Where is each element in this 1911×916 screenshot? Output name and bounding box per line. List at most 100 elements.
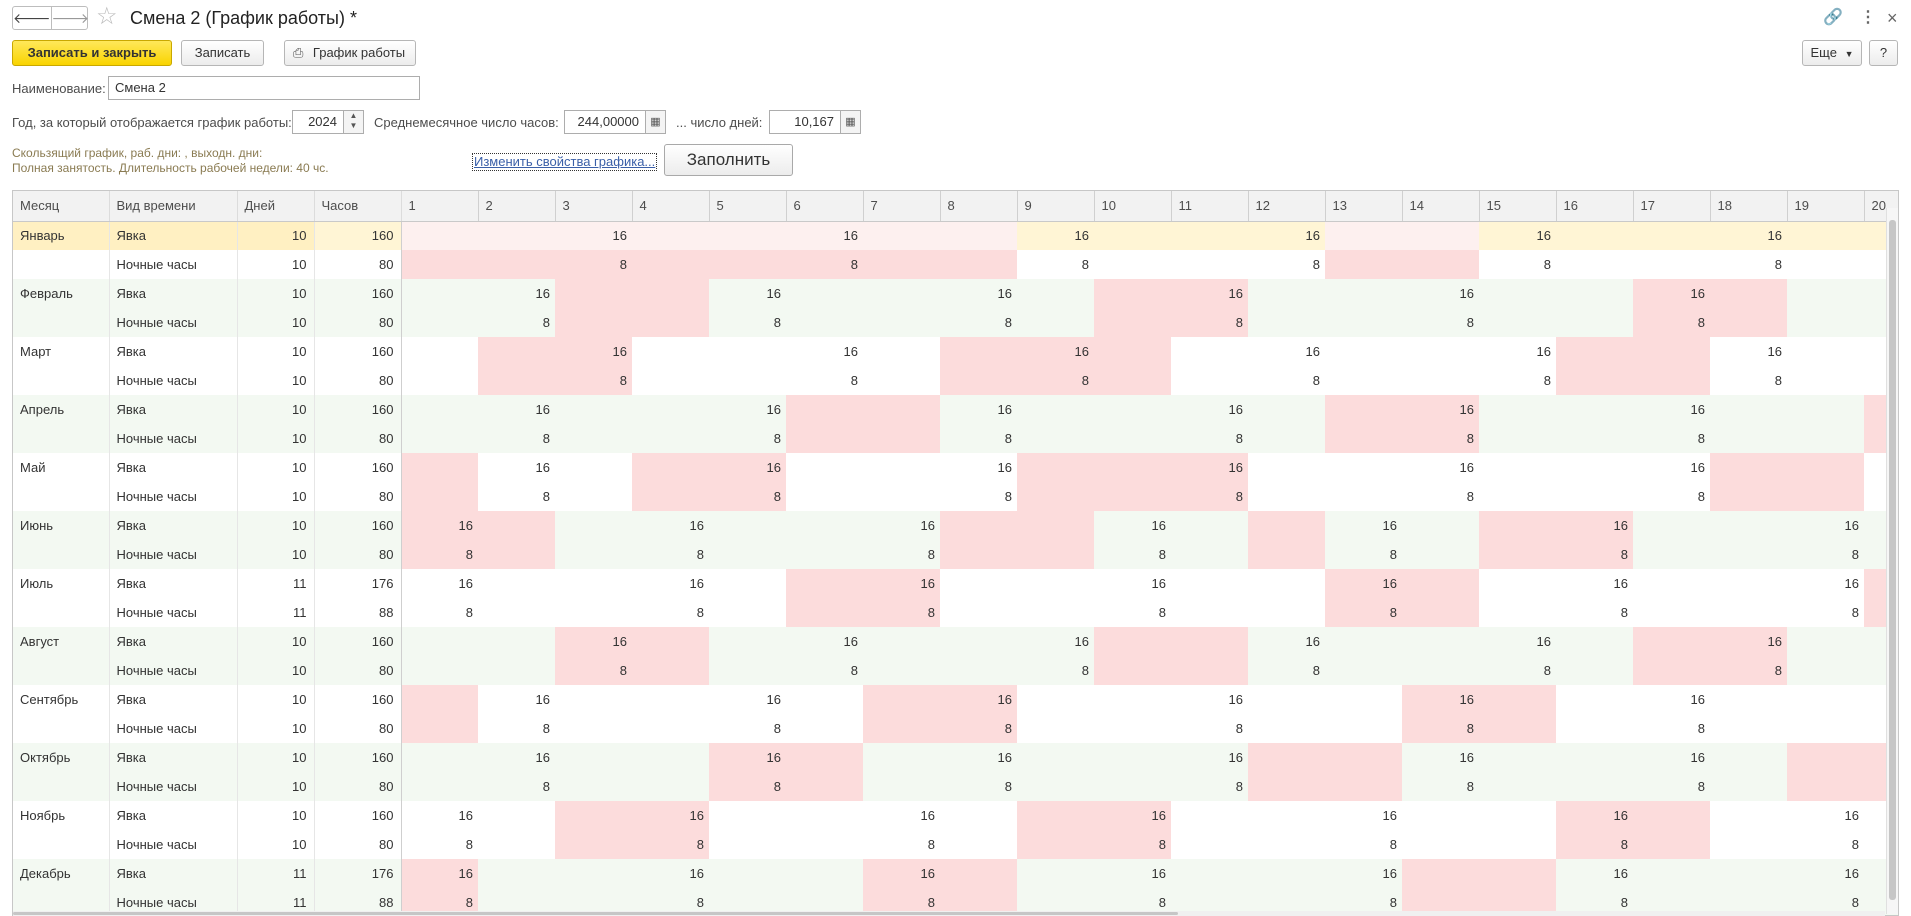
day-cell[interactable]: 8 bbox=[940, 714, 1017, 743]
table-row[interactable]: Сентябрь Явка 10 160 16 16 16 16 16 16 bbox=[13, 685, 1898, 714]
day-cell[interactable] bbox=[940, 656, 1017, 685]
day-cell[interactable] bbox=[1710, 772, 1787, 801]
day-cell[interactable] bbox=[1710, 859, 1787, 888]
day-cell[interactable] bbox=[1479, 830, 1556, 859]
hours-cell[interactable]: 160 bbox=[314, 279, 402, 308]
day-cell[interactable] bbox=[478, 337, 555, 366]
day-cell[interactable] bbox=[401, 395, 478, 424]
day-cell[interactable] bbox=[1248, 540, 1325, 569]
day-cell[interactable] bbox=[1556, 337, 1633, 366]
day-cell[interactable]: 8 bbox=[1479, 656, 1556, 685]
day-cell[interactable] bbox=[1248, 424, 1325, 453]
day-cell[interactable] bbox=[1479, 743, 1556, 772]
day-cell[interactable]: 8 bbox=[1017, 250, 1094, 279]
day-cell[interactable] bbox=[1325, 221, 1402, 250]
day-cell[interactable]: 16 bbox=[1633, 279, 1710, 308]
table-row[interactable]: Май Явка 10 160 16 16 16 16 16 16 bbox=[13, 453, 1898, 482]
day-cell[interactable] bbox=[478, 656, 555, 685]
day-cell[interactable] bbox=[786, 714, 863, 743]
day-cell[interactable]: 16 bbox=[1248, 627, 1325, 656]
day-cell[interactable] bbox=[1094, 424, 1171, 453]
day-cell[interactable]: 8 bbox=[1633, 308, 1710, 337]
scrollbar-thumb[interactable] bbox=[13, 912, 1178, 915]
day-cell[interactable] bbox=[1633, 859, 1710, 888]
day-cell[interactable] bbox=[555, 395, 632, 424]
day-cell[interactable] bbox=[401, 685, 478, 714]
table-row[interactable]: Апрель Явка 10 160 16 16 16 16 16 16 bbox=[13, 395, 1898, 424]
day-cell[interactable] bbox=[1787, 453, 1864, 482]
day-cell[interactable]: 16 bbox=[478, 279, 555, 308]
day-cell[interactable] bbox=[401, 743, 478, 772]
day-cell[interactable] bbox=[1556, 627, 1633, 656]
day-cell[interactable] bbox=[940, 250, 1017, 279]
month-cell[interactable] bbox=[13, 714, 110, 743]
day-cell[interactable] bbox=[1479, 801, 1556, 830]
day-cell[interactable]: 16 bbox=[709, 743, 786, 772]
time-type-cell[interactable]: Ночные часы bbox=[109, 714, 238, 743]
day-cell[interactable] bbox=[1633, 656, 1710, 685]
day-cell[interactable] bbox=[1479, 859, 1556, 888]
day-cell[interactable] bbox=[1479, 569, 1556, 598]
day-cell[interactable]: 16 bbox=[1710, 627, 1787, 656]
day-cell[interactable] bbox=[478, 221, 555, 250]
day-cell[interactable] bbox=[1710, 714, 1787, 743]
day-cell[interactable] bbox=[1017, 569, 1094, 598]
days-cell[interactable]: 10 bbox=[237, 453, 315, 482]
day-cell[interactable] bbox=[555, 598, 632, 627]
day-cell[interactable]: 16 bbox=[478, 743, 555, 772]
day-cell[interactable]: 16 bbox=[632, 859, 709, 888]
day-cell[interactable] bbox=[1710, 598, 1787, 627]
days-cell[interactable]: 10 bbox=[237, 511, 315, 540]
day-cell[interactable]: 8 bbox=[709, 308, 786, 337]
table-row[interactable]: Март Явка 10 160 16 16 16 16 16 16 bbox=[13, 337, 1898, 366]
day-cell[interactable] bbox=[1171, 337, 1248, 366]
day-cell[interactable] bbox=[940, 627, 1017, 656]
day-cell[interactable] bbox=[1248, 395, 1325, 424]
month-cell[interactable]: Июль bbox=[13, 569, 110, 598]
day-cell[interactable] bbox=[1325, 308, 1402, 337]
day-cell[interactable] bbox=[1710, 279, 1787, 308]
day-cell[interactable] bbox=[401, 714, 478, 743]
day-cell[interactable]: 8 bbox=[1325, 830, 1402, 859]
day-cell[interactable] bbox=[632, 627, 709, 656]
day-cell[interactable]: 8 bbox=[1710, 366, 1787, 395]
day-cell[interactable]: 16 bbox=[1402, 685, 1479, 714]
day-cell[interactable]: 8 bbox=[940, 482, 1017, 511]
day-cell[interactable] bbox=[709, 859, 786, 888]
day-cell[interactable] bbox=[1325, 250, 1402, 279]
day-cell[interactable] bbox=[1787, 627, 1864, 656]
month-cell[interactable] bbox=[13, 830, 110, 859]
day-cell[interactable] bbox=[1325, 482, 1402, 511]
day-cell[interactable]: 8 bbox=[401, 830, 478, 859]
table-row[interactable]: Ночные часы 10 80 8 8 8 8 8 8 bbox=[13, 250, 1898, 279]
day-cell[interactable] bbox=[1094, 656, 1171, 685]
day-cell[interactable]: 16 bbox=[1248, 337, 1325, 366]
day-cell[interactable]: 16 bbox=[555, 337, 632, 366]
day-cell[interactable] bbox=[1248, 453, 1325, 482]
day-cell[interactable]: 16 bbox=[1556, 859, 1633, 888]
day-cell[interactable]: 8 bbox=[709, 714, 786, 743]
day-cell[interactable] bbox=[863, 279, 940, 308]
day-cell[interactable] bbox=[709, 830, 786, 859]
day-cell[interactable] bbox=[1171, 540, 1248, 569]
table-row[interactable]: Ночные часы 10 80 8 8 8 8 8 8 bbox=[13, 482, 1898, 511]
table-row[interactable]: Июль Явка 11 176 16 16 16 16 16 16 16 bbox=[13, 569, 1898, 598]
day-cell[interactable] bbox=[786, 598, 863, 627]
day-cell[interactable] bbox=[632, 685, 709, 714]
day-cell[interactable]: 16 bbox=[863, 859, 940, 888]
day-cell[interactable]: 8 bbox=[709, 424, 786, 453]
day-cell[interactable] bbox=[786, 685, 863, 714]
time-type-cell[interactable]: Ночные часы bbox=[109, 598, 238, 627]
day-cell[interactable] bbox=[1633, 250, 1710, 279]
day-cell[interactable] bbox=[786, 453, 863, 482]
day-cell[interactable] bbox=[940, 801, 1017, 830]
day-cell[interactable] bbox=[709, 511, 786, 540]
day-cell[interactable] bbox=[709, 337, 786, 366]
day-cell[interactable] bbox=[1479, 279, 1556, 308]
day-cell[interactable]: 16 bbox=[1171, 453, 1248, 482]
day-cell[interactable]: 16 bbox=[1633, 685, 1710, 714]
vertical-scrollbar[interactable] bbox=[1886, 208, 1898, 914]
day-cell[interactable] bbox=[555, 685, 632, 714]
time-type-cell[interactable]: Явка bbox=[109, 859, 238, 888]
time-type-cell[interactable]: Явка bbox=[109, 801, 238, 830]
